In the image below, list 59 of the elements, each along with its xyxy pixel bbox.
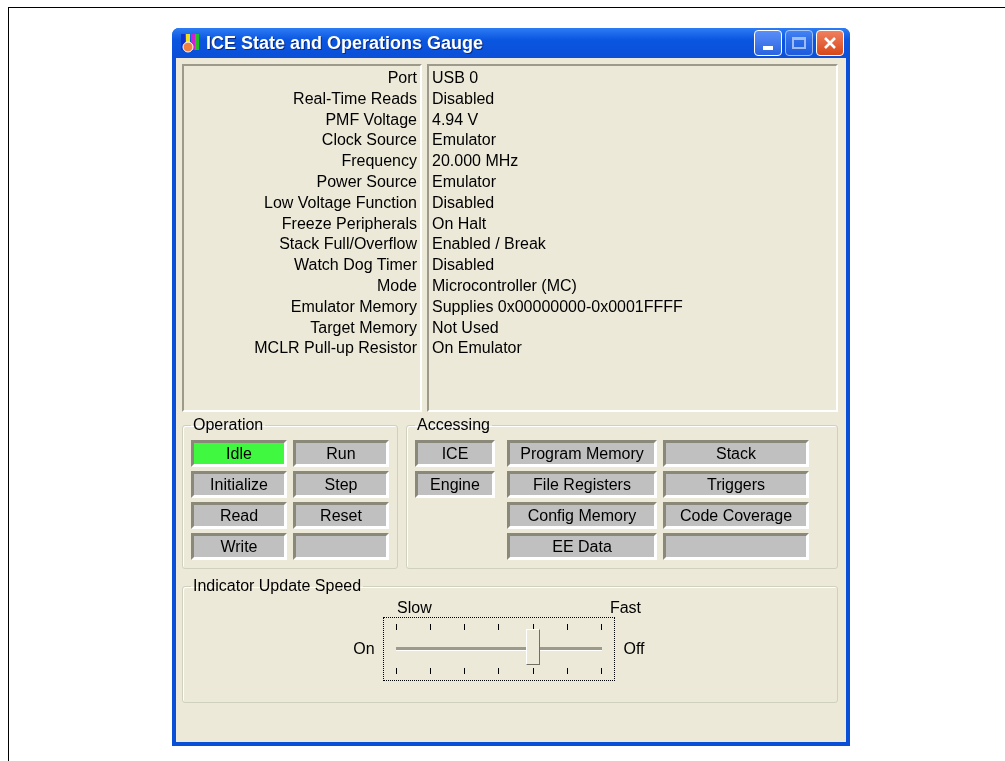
speed-slider[interactable] <box>383 617 615 681</box>
status-indicator: Step <box>293 471 389 498</box>
app-icon <box>180 33 200 53</box>
property-label: Freeze Peripherals <box>281 213 417 234</box>
group-title: Operation <box>192 416 265 434</box>
property-value: 20.000 MHz <box>432 151 520 172</box>
minimize-button[interactable] <box>754 30 782 56</box>
property-value: Enabled / Break <box>432 234 547 255</box>
slider-thumb[interactable] <box>526 629 541 665</box>
property-value: Supplies 0x00000000-0x0001FFFF <box>432 296 684 317</box>
close-button[interactable] <box>816 30 844 56</box>
property-label: Frequency <box>341 151 417 172</box>
fast-label: Fast <box>609 599 641 617</box>
status-indicator: Read <box>191 502 287 529</box>
group-title: Indicator Update Speed <box>192 577 363 595</box>
status-indicator: Config Memory <box>507 502 657 529</box>
status-indicator: ICE <box>415 440 495 467</box>
property-value: Disabled <box>432 255 496 276</box>
status-indicator: Run <box>293 440 389 467</box>
property-label: Target Memory <box>310 317 417 338</box>
property-value: On Emulator <box>432 338 523 359</box>
property-value: 4.94 V <box>432 109 480 130</box>
property-label: Clock Source <box>321 130 417 151</box>
property-label: Stack Full/Overflow <box>279 234 417 255</box>
property-label: Power Source <box>316 172 417 192</box>
status-indicator: Initialize <box>191 471 287 498</box>
status-indicator: Idle <box>191 440 287 467</box>
property-value: Emulator <box>432 130 498 151</box>
property-label: Port <box>387 68 417 88</box>
off-label: Off <box>622 640 646 658</box>
property-label: Real-Time Reads <box>293 88 417 109</box>
property-label: Low Voltage Function <box>264 192 417 213</box>
property-value: Emulator <box>432 172 498 192</box>
status-indicator: Write <box>191 533 287 560</box>
property-value: USB 0 <box>432 68 480 88</box>
status-indicator: Code Coverage <box>663 502 809 529</box>
maximize-button[interactable] <box>785 30 813 56</box>
property-label: Emulator Memory <box>290 296 417 317</box>
group-title: Accessing <box>416 416 491 434</box>
status-indicator: Program Memory <box>507 440 657 467</box>
property-value: On Halt <box>432 213 488 234</box>
on-label: On <box>352 640 376 658</box>
status-indicator: File Registers <box>507 471 657 498</box>
status-indicator: EE Data <box>507 533 657 560</box>
property-label: MCLR Pull-up Resistor <box>254 338 417 359</box>
property-value: Disabled <box>432 192 496 213</box>
property-value: Microcontroller (MC) <box>432 275 578 296</box>
window-title: ICE State and Operations Gauge <box>206 32 485 54</box>
property-label: Mode <box>376 275 417 296</box>
status-indicator: Engine <box>415 471 495 498</box>
property-label: PMF Voltage <box>325 109 417 130</box>
status-indicator: Triggers <box>663 471 809 498</box>
property-label: Watch Dog Timer <box>294 255 417 276</box>
status-indicator: Reset <box>293 502 389 529</box>
property-value: Not Used <box>432 317 500 338</box>
slow-label: Slow <box>397 599 432 617</box>
close-icon <box>822 35 838 51</box>
property-value: Disabled <box>432 88 496 109</box>
status-indicator: Stack <box>663 440 809 467</box>
